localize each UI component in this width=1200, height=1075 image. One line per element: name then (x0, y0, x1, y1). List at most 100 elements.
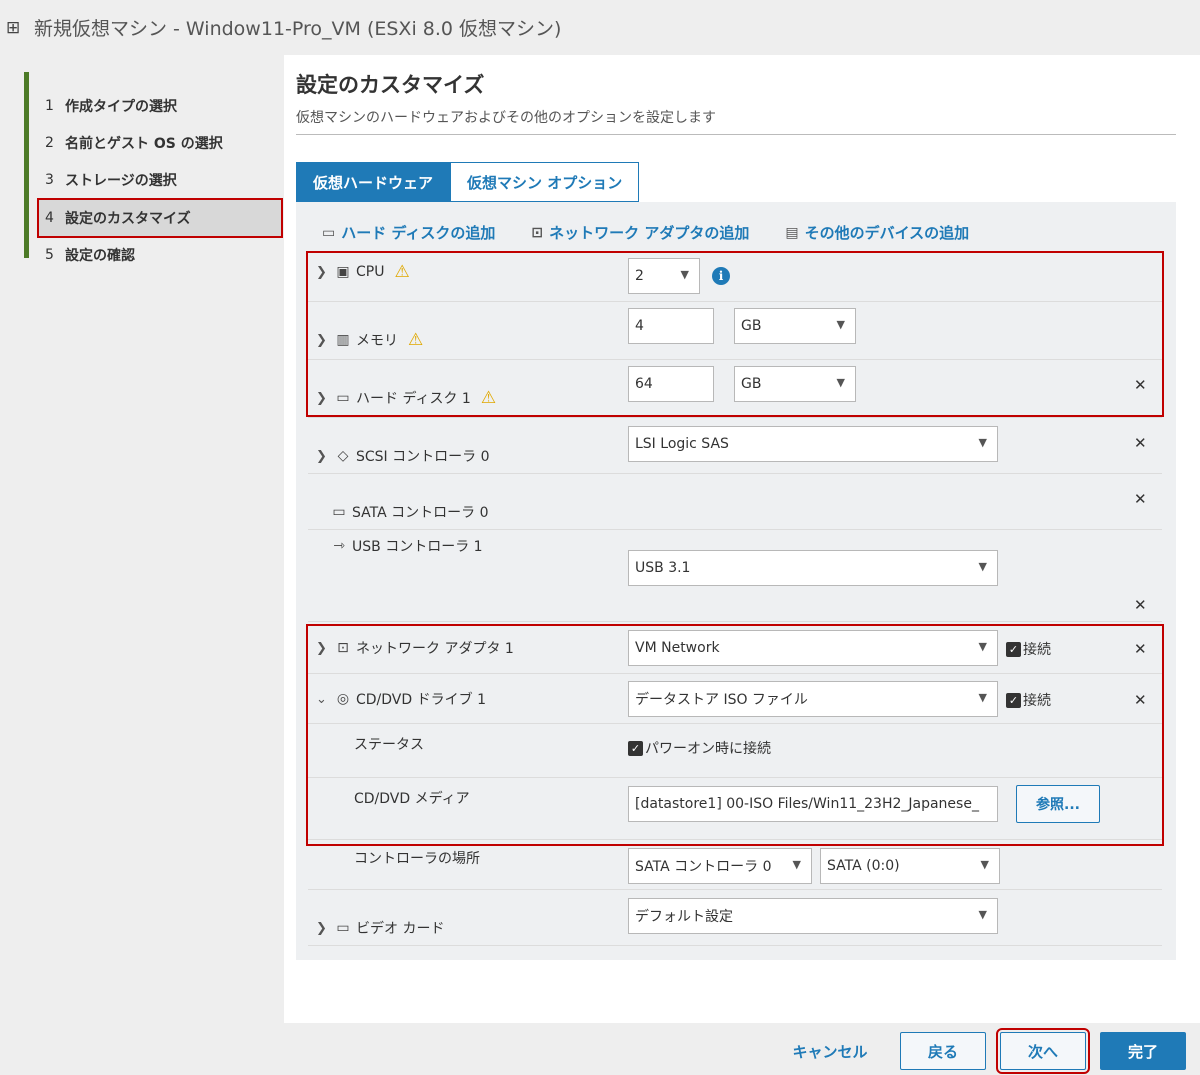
chevron-down-icon: ▼ (978, 560, 987, 573)
device-row-video: ❯ ▭ ビデオ カード デフォルト設定 ▼ (308, 890, 1162, 946)
page-title: 設定のカスタマイズ (296, 73, 485, 97)
chevron-down-icon: ▼ (792, 858, 801, 871)
scsi-type-select[interactable]: LSI Logic SAS ▼ (628, 426, 998, 462)
step-3[interactable]: 3 ストレージの選択 (39, 162, 281, 198)
video-settings-select[interactable]: デフォルト設定 ▼ (628, 898, 998, 934)
device-list-icon: ▤ (785, 224, 799, 241)
chevron-down-icon: ▼ (978, 436, 987, 449)
step-5[interactable]: 5 設定の確認 (39, 237, 281, 273)
remove-usb-close-icon[interactable]: ✕ (1134, 596, 1147, 614)
main-content: 設定のカスタマイズ 仮想マシンのハードウェアおよびその他のオプションを設定します… (284, 55, 1200, 1023)
back-button[interactable]: 戻る (900, 1032, 986, 1070)
device-row-network: ❯ ⊡ ネットワーク アダプタ 1 VM Network ▼ ✓ 接続 ✕ (308, 622, 1162, 674)
media-label: CD/DVD メディア (354, 791, 470, 807)
chevron-down-icon: ▼ (836, 376, 845, 389)
cd-dvd-icon: ◎ (336, 691, 350, 707)
browse-button[interactable]: 参照... (1016, 785, 1100, 823)
network-select[interactable]: VM Network ▼ (628, 630, 998, 666)
device-row-scsi: ❯ ◇ SCSI コントローラ 0 LSI Logic SAS ▼ ✕ (308, 418, 1162, 474)
chevron-down-icon: ▼ (978, 908, 987, 921)
device-row-usb: ⇾ USB コントローラ 1 USB 3.1 ▼ ✕ (308, 530, 1162, 622)
device-row-sata: ▭ SATA コントローラ 0 ✕ (308, 474, 1162, 530)
add-network-adapter-button[interactable]: ⊡ ネットワーク アダプタの追加 (531, 222, 749, 243)
controller-select[interactable]: SATA コントローラ 0 ▼ (628, 848, 812, 884)
device-actions: ▭ ハード ディスクの追加 ⊡ ネットワーク アダプタの追加 ▤ その他のデバイスの追… (322, 222, 969, 243)
power-on-connect-checkbox[interactable]: ✓ パワーオン時に接続 (628, 738, 771, 758)
disk-unit-select[interactable]: GB ▼ (734, 366, 856, 402)
checkmark-icon: ✓ (628, 740, 643, 756)
device-row-hard-disk: ❯ ▭ ハード ディスク 1 ⚠ 64 GB ▼ ✕ (308, 360, 1162, 418)
monitor-icon: ▭ (336, 920, 350, 936)
remove-disk-close-icon[interactable]: ✕ (1134, 376, 1147, 394)
cddvd-type-select[interactable]: データストア ISO ファイル ▼ (628, 681, 998, 717)
chevron-down-icon: ▼ (680, 268, 689, 281)
expand-chevron-icon[interactable]: ❯ (316, 333, 330, 348)
steps-list: 1 作成タイプの選択 2 名前とゲスト OS の選択 3 ストレージの選択 4 設定のカ… (24, 72, 284, 264)
tab-virtual-hardware[interactable]: 仮想ハードウェア (296, 162, 451, 202)
next-button[interactable]: 次へ (996, 1028, 1090, 1074)
step-4-active[interactable]: 4 設定のカスタマイズ (37, 198, 283, 238)
memory-size-input[interactable]: 4 (628, 308, 714, 344)
chevron-down-icon: ▼ (980, 858, 989, 871)
chevron-down-icon: ▼ (836, 318, 845, 331)
network-adapter-icon: ⊡ (337, 640, 349, 656)
controller-slot-select[interactable]: SATA (0:0) ▼ (820, 848, 1000, 884)
chevron-down-icon: ▼ (978, 691, 987, 704)
add-hard-disk-button[interactable]: ▭ ハード ディスクの追加 (322, 222, 495, 243)
hard-disk-icon: ▭ (322, 224, 336, 241)
collapse-chevron-icon[interactable]: ⌄ (316, 692, 330, 707)
new-vm-icon: ⊞ (6, 17, 21, 38)
wizard-steps: 1 作成タイプの選択 2 名前とゲスト OS の選択 3 ストレージの選択 4 設定のカ… (0, 55, 284, 1023)
remove-scsi-close-icon[interactable]: ✕ (1134, 434, 1147, 452)
remove-network-close-icon[interactable]: ✕ (1134, 640, 1147, 658)
network-connect-checkbox[interactable]: ✓ 接続 (1006, 639, 1051, 659)
sata-controller-icon: ▭ (332, 504, 346, 520)
usb-version-select[interactable]: USB 3.1 ▼ (628, 550, 998, 586)
warning-icon: ⚠ (394, 262, 410, 282)
divider (296, 134, 1176, 135)
device-row-memory: ❯ ▥ メモリ ⚠ 4 GB ▼ (308, 302, 1162, 360)
hard-disk-icon: ▭ (336, 390, 350, 406)
wizard-footer: キャンセル 戻る 次へ 完了 (0, 1023, 1200, 1075)
status-label: ステータス (354, 737, 424, 753)
memory-unit-select[interactable]: GB ▼ (734, 308, 856, 344)
checkmark-icon: ✓ (1006, 641, 1021, 657)
cpu-icon: ▣ (336, 264, 350, 280)
page-subtitle: 仮想マシンのハードウェアおよびその他のオプションを設定します (296, 110, 716, 126)
step-1[interactable]: 1 作成タイプの選択 (39, 88, 281, 124)
memory-icon: ▥ (336, 332, 350, 348)
expand-chevron-icon[interactable]: ❯ (316, 449, 330, 464)
device-row-cpu: ❯ ▣ CPU ⚠ 2 ▼ i (308, 250, 1162, 302)
step-2[interactable]: 2 名前とゲスト OS の選択 (39, 125, 281, 161)
expand-chevron-icon[interactable]: ❯ (316, 391, 330, 406)
window-title: 新規仮想マシン - Window11-Pro_VM (ESXi 8.0 仮想マシ… (34, 18, 562, 40)
add-other-device-button[interactable]: ▤ その他のデバイスの追加 (785, 222, 969, 243)
tab-vm-options[interactable]: 仮想マシン オプション (450, 162, 640, 202)
expand-chevron-icon[interactable]: ❯ (316, 641, 330, 656)
warning-icon: ⚠ (408, 330, 424, 350)
device-row-media: CD/DVD メディア [datastore1] 00-ISO Files/Wi… (308, 778, 1162, 840)
expand-chevron-icon[interactable]: ❯ (316, 921, 330, 936)
chevron-down-icon: ▼ (978, 640, 987, 653)
disk-size-input[interactable]: 64 (628, 366, 714, 402)
network-adapter-icon: ⊡ (531, 224, 544, 241)
info-icon[interactable]: i (712, 267, 730, 285)
remove-sata-close-icon[interactable]: ✕ (1134, 490, 1147, 508)
cancel-button[interactable]: キャンセル (780, 1032, 880, 1070)
remove-cddvd-close-icon[interactable]: ✕ (1134, 691, 1147, 709)
iso-path-input[interactable]: [datastore1] 00-ISO Files/Win11_23H2_Jap… (628, 786, 998, 822)
usb-icon: ⇾ (333, 538, 345, 554)
device-row-status: ステータス ✓ パワーオン時に接続 (308, 724, 1162, 778)
tab-bar: 仮想ハードウェア 仮想マシン オプション (296, 162, 640, 202)
title-bar: ⊞ 新規仮想マシン - Window11-Pro_VM (ESXi 8.0 仮想… (0, 0, 1200, 55)
device-row-cddvd: ⌄ ◎ CD/DVD ドライブ 1 データストア ISO ファイル ▼ ✓ 接続 ✕ (308, 674, 1162, 724)
cddvd-connect-checkbox[interactable]: ✓ 接続 (1006, 690, 1051, 710)
warning-icon: ⚠ (480, 388, 497, 408)
finish-button[interactable]: 完了 (1100, 1032, 1186, 1070)
expand-chevron-icon[interactable]: ❯ (316, 265, 330, 280)
checkmark-icon: ✓ (1006, 692, 1021, 708)
scsi-controller-icon: ◇ (337, 448, 349, 464)
device-row-controller-location: コントローラの場所 SATA コントローラ 0 ▼ SATA (0:0) ▼ (308, 840, 1162, 890)
controller-location-label: コントローラの場所 (354, 851, 480, 867)
cpu-select[interactable]: 2 ▼ (628, 258, 700, 294)
